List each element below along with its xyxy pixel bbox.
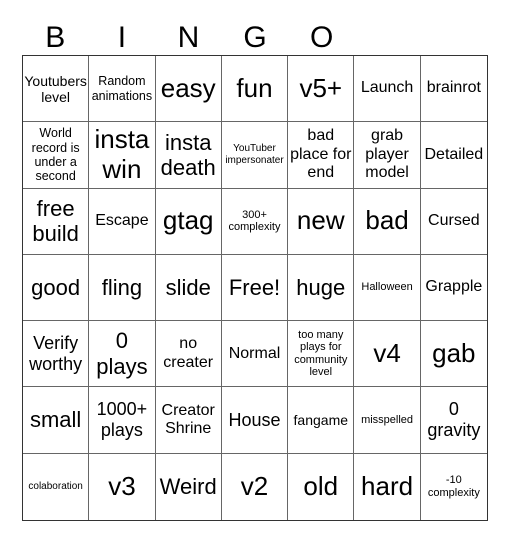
bingo-cell[interactable]: misspelled (354, 387, 421, 454)
bingo-cell[interactable]: free build (23, 188, 90, 255)
bingo-cell[interactable]: Normal (221, 321, 289, 388)
header-letter-n: N (177, 21, 200, 54)
bingo-cell[interactable]: fling (89, 254, 156, 322)
bingo-cell[interactable]: 1000+ plays (89, 387, 156, 454)
bingo-cell[interactable]: fun (221, 56, 289, 123)
bingo-cell[interactable]: no creater (155, 321, 222, 388)
bingo-cell[interactable]: Escape (89, 188, 156, 255)
bingo-cell[interactable]: colaboration (23, 453, 90, 520)
bingo-cell[interactable]: small (23, 387, 90, 454)
bingo-cell[interactable]: 300+ complexity (221, 188, 289, 255)
bingo-cell[interactable]: Verify worthy (23, 321, 90, 388)
bingo-cell[interactable]: Grapple (420, 255, 487, 322)
bingo-cell[interactable]: insta death (155, 122, 222, 189)
header-letter-b: B (45, 21, 66, 54)
bingo-cell[interactable]: fangame (288, 387, 355, 454)
bingo-cell[interactable]: gab (420, 321, 487, 388)
bingo-cell[interactable]: House (221, 387, 289, 454)
bingo-cell[interactable]: new (288, 188, 355, 255)
bingo-cell[interactable]: Youtubers level (23, 56, 90, 123)
bingo-cell[interactable]: Free! (221, 254, 289, 322)
bingo-cell[interactable]: Cursed (420, 189, 487, 255)
bingo-cell[interactable]: Creator Shrine (155, 387, 222, 454)
bingo-cell[interactable]: v3 (89, 453, 156, 520)
bingo-cell[interactable]: 0 gravity (420, 387, 487, 454)
bingo-cell[interactable]: brainrot (420, 56, 487, 123)
header-letter-o: O (310, 21, 334, 54)
bingo-cell[interactable]: insta win (89, 122, 156, 189)
bingo-cell[interactable]: Random animations (89, 56, 156, 123)
bingo-cell[interactable]: bad (354, 188, 421, 255)
bingo-cell[interactable]: hard (354, 453, 421, 520)
bingo-cell[interactable]: grab player model (354, 122, 421, 189)
bingo-cell[interactable]: bad place for end (288, 122, 355, 189)
bingo-cell[interactable]: v4 (354, 321, 421, 388)
bingo-cell[interactable]: World record is under a second (23, 122, 90, 189)
header-letter-g: G (243, 21, 267, 54)
bingo-grid: Youtubers level Random animations easy f… (22, 55, 488, 521)
bingo-cell[interactable]: Launch (354, 56, 421, 123)
bingo-cell[interactable]: v2 (222, 453, 289, 520)
bingo-cell[interactable]: too many plays for community level (288, 321, 355, 388)
header-letter-i: I (117, 21, 127, 54)
bingo-cell[interactable]: Halloween (354, 254, 421, 322)
bingo-cell[interactable]: slide (155, 254, 222, 322)
bingo-cell[interactable]: easy (155, 56, 222, 123)
bingo-cell[interactable]: v5+ (288, 56, 355, 123)
bingo-cell[interactable]: 0 plays (89, 321, 156, 388)
bingo-cell[interactable]: -10 complexity (421, 454, 487, 520)
bingo-cell[interactable]: gtag (155, 188, 222, 255)
bingo-cell[interactable]: old (288, 453, 355, 520)
bingo-cell[interactable]: Weird (156, 453, 222, 520)
bingo-cell[interactable]: good (23, 254, 90, 322)
bingo-cell[interactable]: YouTuber impersonater (221, 122, 289, 189)
bingo-header: B I N G O (22, 18, 355, 58)
bingo-cell[interactable]: Detailed (420, 122, 487, 189)
bingo-cell[interactable]: huge (288, 254, 355, 322)
